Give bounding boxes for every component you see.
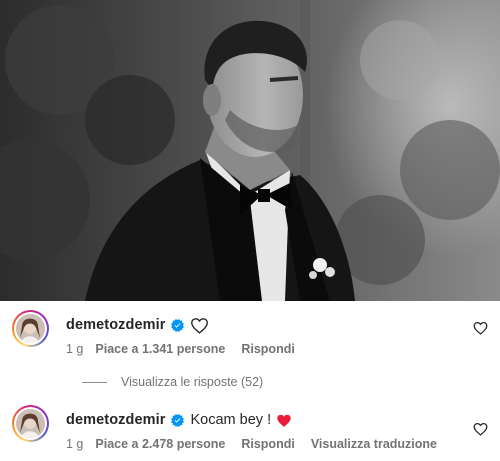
avatar[interactable] — [12, 310, 49, 347]
likes-count[interactable]: Piace a 2.478 persone — [95, 437, 225, 451]
like-heart-icon[interactable] — [473, 321, 488, 335]
post-photo — [0, 0, 500, 301]
like-heart-icon[interactable] — [473, 422, 488, 436]
username[interactable]: demetozdemir — [66, 317, 166, 333]
verified-badge-icon — [170, 318, 184, 332]
translate-button[interactable]: Visualizza traduzione — [311, 437, 437, 451]
view-replies-button[interactable]: Visualizza le risposte (52) — [82, 375, 263, 389]
likes-count[interactable]: Piace a 1.341 persone — [95, 342, 225, 356]
replies-divider — [82, 381, 107, 383]
comment-time: 1 g — [66, 437, 84, 451]
comment-time: 1 g — [66, 342, 84, 356]
username[interactable]: demetozdemir — [66, 412, 166, 428]
verified-badge-icon — [170, 413, 184, 427]
red-heart-icon — [277, 414, 291, 427]
avatar[interactable] — [12, 405, 49, 442]
reply-button[interactable]: Rispondi — [241, 437, 294, 451]
comment-text: Kocam bey ! — [190, 412, 272, 428]
view-replies-label: Visualizza le risposte (52) — [121, 375, 264, 389]
outline-heart-icon — [190, 317, 208, 334]
reply-button[interactable]: Rispondi — [241, 342, 294, 356]
